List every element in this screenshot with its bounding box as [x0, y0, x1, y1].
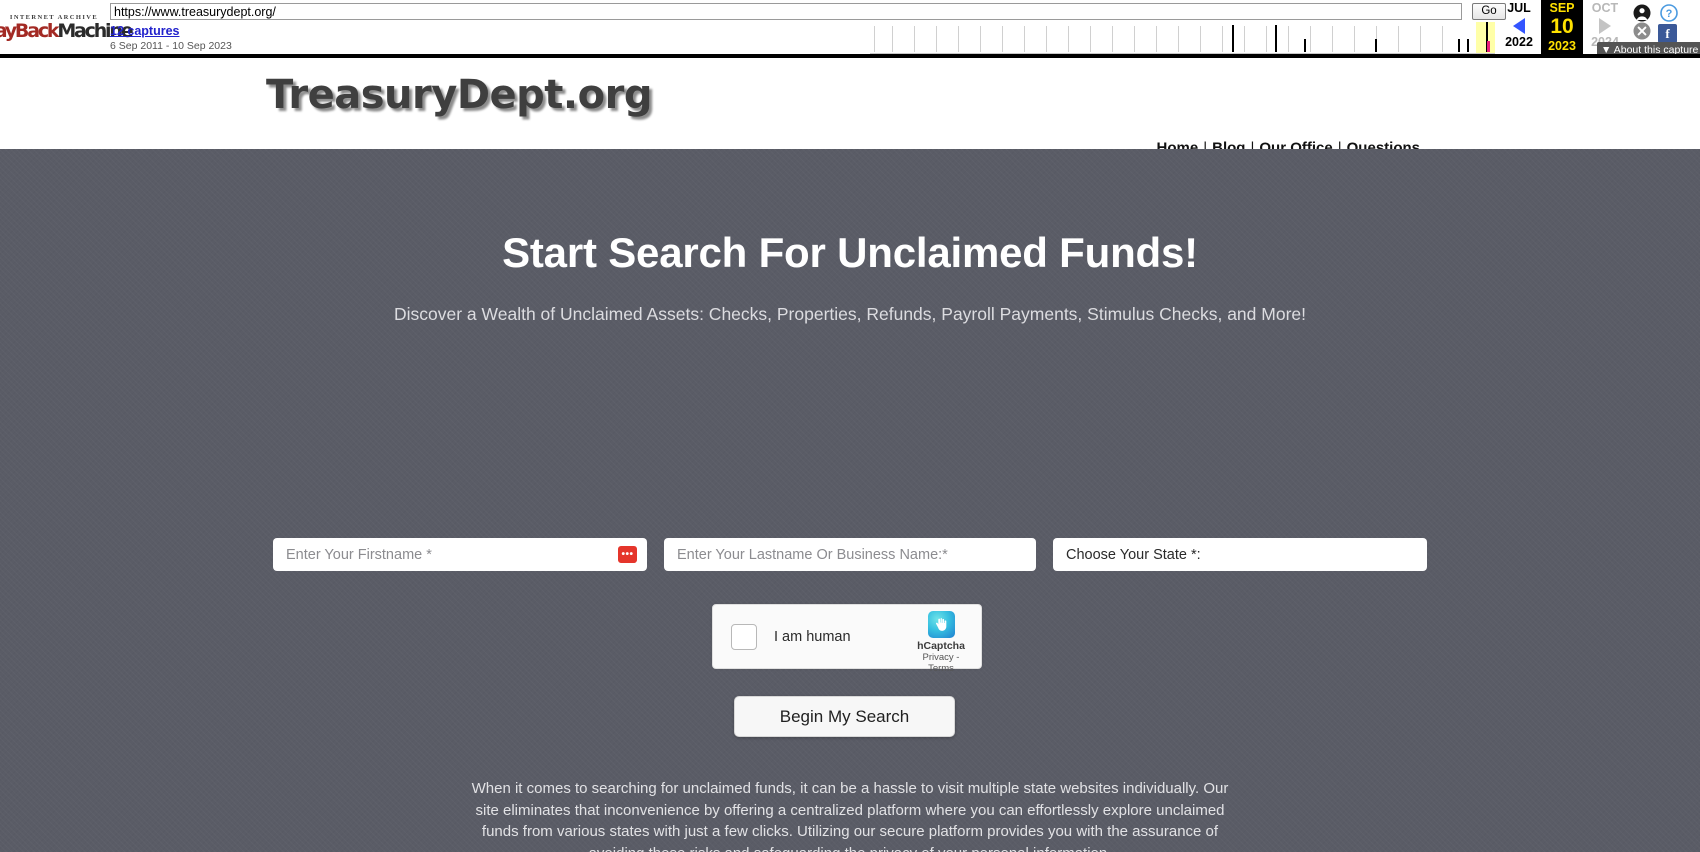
wayback-url-input[interactable]	[110, 3, 1462, 20]
wayback-current-capture-date[interactable]: SEP 10 2023	[1541, 0, 1583, 54]
timeline-month-tick	[1266, 26, 1267, 52]
timeline-month-tick	[1420, 26, 1421, 52]
timeline-month-tick	[1068, 26, 1069, 52]
timeline-month-tick	[1046, 26, 1047, 52]
lastpass-fill-icon[interactable]: •••	[618, 546, 637, 563]
timeline-month-tick	[1288, 26, 1289, 52]
chevron-down-icon: ▼	[1601, 44, 1612, 56]
hcaptcha-brand-name: hCaptcha	[917, 640, 965, 652]
current-year-label: 2023	[1548, 39, 1576, 53]
current-day: 10	[1550, 15, 1574, 38]
user-account-icon[interactable]	[1633, 4, 1651, 22]
search-form: Enter Your Firstname * ••• Enter Your La…	[0, 538, 1700, 571]
wayback-url-row: Go	[110, 3, 1506, 21]
timeline-capture-bar[interactable]	[1467, 39, 1469, 52]
wayback-capture-timeline[interactable]	[870, 22, 1495, 54]
page-title: Start Search For Unclaimed Funds!	[502, 229, 1198, 276]
timeline-month-tick	[892, 26, 893, 52]
timeline-month-tick	[1156, 26, 1157, 52]
timeline-month-tick	[1310, 26, 1311, 52]
page-subtitle: Discover a Wealth of Unclaimed Assets: C…	[394, 304, 1306, 324]
timeline-month-tick	[1222, 26, 1223, 52]
chevron-left-icon[interactable]	[1513, 18, 1525, 34]
lastname-input[interactable]: Enter Your Lastname Or Business Name:*	[664, 538, 1036, 571]
hcaptcha-label: I am human	[774, 628, 851, 645]
site-header: TreasuryDept.org Home | Blog | Our Office | Qu…	[0, 58, 1700, 157]
state-select[interactable]: Choose Your State *:	[1053, 538, 1427, 571]
firstname-input[interactable]: Enter Your Firstname *	[273, 538, 647, 571]
timeline-capture-bar[interactable]	[1275, 25, 1277, 52]
wayback-captures-range: 6 Sep 2011 - 10 Sep 2023	[110, 40, 232, 52]
timeline-capture-bar[interactable]	[1458, 39, 1460, 52]
timeline-month-tick	[936, 26, 937, 52]
begin-my-search-button[interactable]: Begin My Search	[734, 696, 955, 737]
previous-year-month: JUL	[1507, 1, 1531, 15]
timeline-month-tick	[914, 26, 915, 52]
timeline-month-tick	[1024, 26, 1025, 52]
facebook-icon[interactable]: f	[1658, 24, 1677, 43]
timeline-month-tick	[874, 26, 875, 52]
timeline-current-capture-marker	[1487, 41, 1490, 52]
timeline-month-tick	[958, 26, 959, 52]
timeline-month-tick	[1442, 26, 1443, 52]
timeline-capture-bar[interactable]	[1375, 39, 1377, 52]
wayback-captures-link[interactable]: 12 captures	[110, 24, 232, 38]
wayback-machine-logo[interactable]: INTERNET ARCHIVE WayBackMachine	[0, 0, 134, 54]
timeline-capture-bar[interactable]	[1304, 39, 1306, 52]
svg-text:?: ?	[1666, 8, 1673, 20]
timeline-month-tick	[1398, 26, 1399, 52]
info-paragraph-1: When it comes to searching for unclaimed…	[471, 780, 1229, 852]
state-field-wrapper: Choose Your State *:	[1053, 538, 1427, 571]
timeline-month-tick	[1178, 26, 1179, 52]
hcaptcha-widget[interactable]: I am human hCaptcha Privacy - Terms	[712, 604, 982, 674]
lastname-field-wrapper: Enter Your Lastname Or Business Name:*	[664, 538, 1036, 571]
timeline-month-tick	[1200, 26, 1201, 52]
wayback-machine-toolbar: INTERNET ARCHIVE WayBackMachine Go 12 ca…	[0, 0, 1700, 58]
lastpass-dots: •••	[621, 548, 634, 560]
timeline-month-tick	[1244, 26, 1245, 52]
wayback-previous-year[interactable]: JUL 2022	[1498, 0, 1540, 54]
firstname-field-wrapper: Enter Your Firstname * •••	[273, 538, 647, 571]
current-month: SEP	[1549, 1, 1575, 15]
previous-year-label: 2022	[1505, 35, 1533, 49]
wayback-captures-info: 12 captures 6 Sep 2011 - 10 Sep 2023	[110, 24, 232, 52]
timeline-month-tick	[1090, 26, 1091, 52]
timeline-month-tick	[1112, 26, 1113, 52]
timeline-capture-bar[interactable]	[1232, 25, 1234, 52]
wayback-wordmark-part-a: WayBack	[0, 19, 60, 42]
hcaptcha-branding: hCaptcha Privacy - Terms	[910, 611, 972, 674]
submit-button-wrapper: Begin My Search	[0, 696, 1700, 737]
chevron-right-icon[interactable]	[1599, 18, 1611, 34]
main-content: Start Search For Unclaimed Funds! Discov…	[0, 149, 1700, 852]
next-year-month: OCT	[1591, 1, 1619, 15]
close-x-icon[interactable]	[1633, 22, 1651, 40]
hcaptcha-hand-icon	[927, 611, 955, 638]
timeline-month-tick	[1002, 26, 1003, 52]
timeline-month-tick	[980, 26, 981, 52]
about-this-capture-label: About this capture	[1613, 44, 1699, 56]
about-this-capture-button[interactable]: ▼ About this capture	[1597, 42, 1700, 56]
hcaptcha-privacy-terms[interactable]: Privacy - Terms	[910, 652, 972, 674]
hcaptcha-checkbox[interactable]	[731, 623, 757, 650]
help-question-icon[interactable]: ?	[1660, 4, 1679, 22]
timeline-month-tick	[1134, 26, 1135, 52]
timeline-month-tick	[1354, 26, 1355, 52]
site-logo[interactable]: TreasuryDept.org	[266, 72, 652, 118]
informational-copy: When it comes to searching for unclaimed…	[465, 778, 1235, 852]
timeline-month-tick	[1332, 26, 1333, 52]
